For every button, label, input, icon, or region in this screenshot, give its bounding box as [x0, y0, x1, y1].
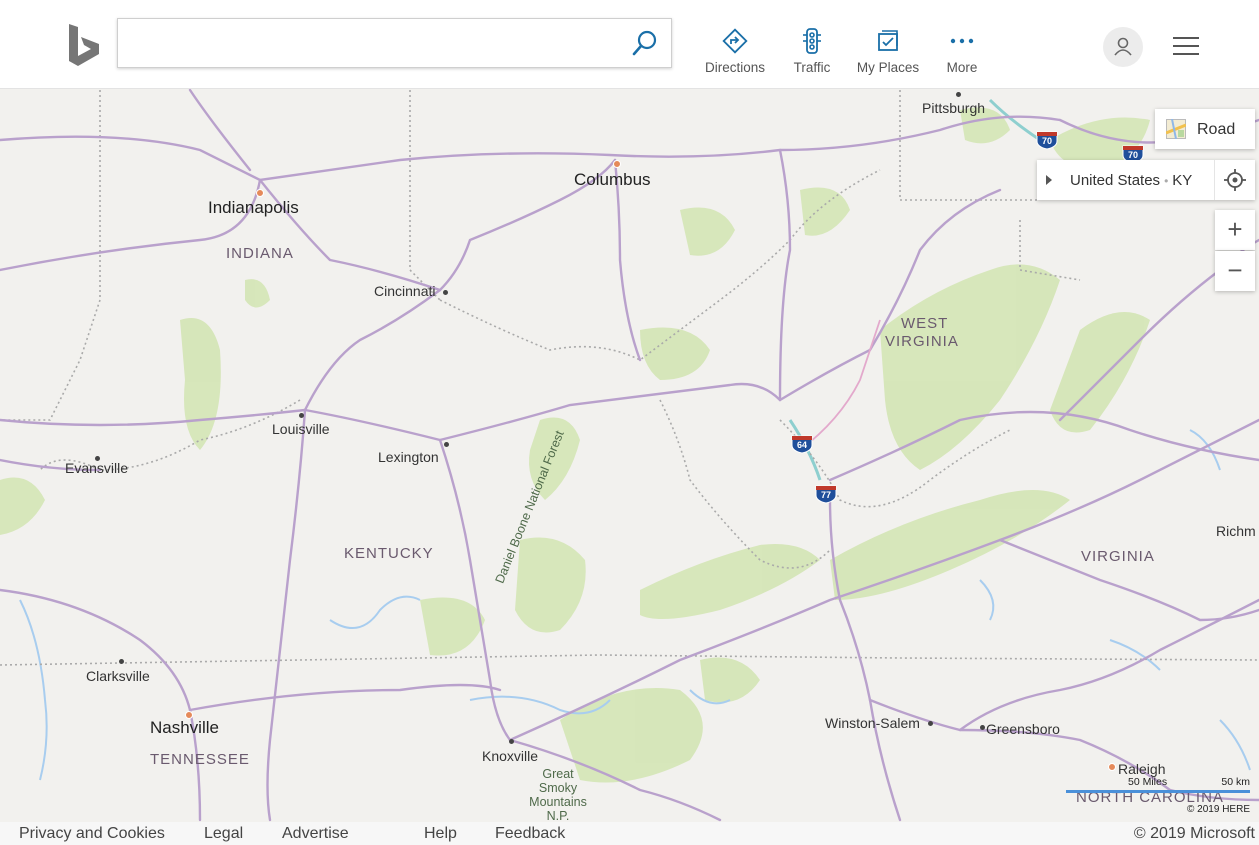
my-places-icon — [878, 30, 898, 51]
more-button[interactable]: More — [922, 28, 1002, 80]
user-icon — [1114, 37, 1132, 56]
interstate-70-label: 70 — [1041, 136, 1052, 146]
traffic-label: Traffic — [793, 60, 831, 75]
breadcrumb-country[interactable]: United States — [1070, 172, 1160, 189]
hamburger-menu-icon[interactable] — [1173, 34, 1201, 58]
interstate-70-shield-icon: 70 — [1036, 130, 1058, 150]
map-label-indiana: INDIANA — [226, 245, 294, 262]
city-marker-knoxville — [509, 739, 514, 744]
map-label-columbus: Columbus — [574, 170, 651, 189]
profile-avatar[interactable] — [1103, 27, 1143, 67]
map-style-button[interactable]: Road — [1155, 109, 1255, 149]
smoky-line2: Smoky — [538, 781, 578, 795]
locate-me-button[interactable] — [1214, 160, 1255, 200]
capital-marker-columbus — [613, 160, 621, 168]
map-label-nashville: Nashville — [150, 718, 219, 737]
city-marker-winston-salem — [928, 721, 933, 726]
breadcrumb-text: United States • KY — [1070, 172, 1192, 189]
map-label-kentucky: KENTUCKY — [344, 545, 434, 562]
city-marker-pittsburgh — [956, 92, 961, 97]
road-map-icon — [1166, 119, 1186, 139]
map-label-pittsburgh: Pittsburgh — [922, 100, 986, 116]
interstate-77-label: 77 — [820, 490, 831, 500]
zoom-in-button[interactable]: + — [1215, 210, 1255, 250]
zoom-out-button[interactable]: − — [1215, 251, 1255, 291]
city-marker-lexington — [444, 442, 449, 447]
map-label-cincinnati: Cincinnati — [374, 283, 436, 299]
map-label-raleigh: Raleigh — [1118, 761, 1166, 777]
footer: Privacy and Cookies Legal Advertise Help… — [0, 822, 1259, 845]
directions-icon — [722, 28, 748, 54]
legal-link[interactable]: Legal — [204, 825, 243, 843]
interstate-64-shield-icon: 64 — [791, 434, 813, 454]
search-box — [117, 18, 672, 68]
smoky-line4: N.P. — [546, 809, 570, 822]
advertise-link[interactable]: Advertise — [282, 825, 349, 843]
directions-button[interactable]: Directions — [695, 28, 775, 80]
map-label-west-virginia-line1: WEST — [901, 315, 949, 332]
map-label-winston-salem: Winston-Salem — [825, 715, 920, 731]
map-label-richmond: Richm — [1216, 523, 1256, 539]
city-marker-cincinnati — [443, 290, 448, 295]
my-places-button[interactable]: My Places — [848, 28, 928, 80]
location-breadcrumb: United States • KY — [1037, 160, 1255, 200]
smoky-line3: Mountains — [529, 795, 587, 809]
capital-marker-raleigh — [1108, 763, 1116, 771]
map-scale: 50 Miles 50 km © 2019 HERE — [1066, 776, 1250, 816]
map-label-louisville: Louisville — [272, 421, 330, 437]
map-style-label: Road — [1197, 121, 1236, 138]
top-bar: Directions Traffic My Places More — [0, 0, 1259, 89]
map-label-greensboro: Greensboro — [986, 721, 1060, 737]
more-label: More — [946, 60, 978, 75]
traffic-button[interactable]: Traffic — [772, 28, 852, 80]
map-label-lexington: Lexington — [378, 449, 439, 465]
traffic-icon — [803, 28, 821, 54]
breadcrumb-state[interactable]: KY — [1172, 172, 1192, 189]
scale-bar — [1066, 790, 1250, 793]
interstate-77-shield-icon: 77 — [815, 484, 837, 504]
interstate-64-label: 64 — [796, 440, 807, 450]
caret-right-icon — [1046, 175, 1052, 185]
map-label-knoxville: Knoxville — [482, 748, 539, 764]
city-marker-clarksville — [119, 659, 124, 664]
map-label-evansville: Evansville — [65, 460, 129, 476]
smoky-line1: Great — [542, 767, 574, 781]
search-input[interactable] — [128, 27, 622, 61]
map-label-indianapolis: Indianapolis — [208, 198, 299, 217]
help-link[interactable]: Help — [424, 825, 457, 843]
scale-km-label: 50 km — [1221, 776, 1250, 788]
more-icon — [950, 38, 974, 44]
map-label-virginia: VIRGINIA — [1081, 548, 1155, 565]
scale-miles-label: 50 Miles — [1128, 776, 1168, 788]
capital-marker-indianapolis — [256, 189, 264, 197]
locate-icon — [1224, 169, 1246, 191]
map-attribution: © 2019 HERE — [1187, 804, 1250, 815]
feedback-link[interactable]: Feedback — [495, 825, 565, 843]
copyright-text: © 2019 Microsoft — [1133, 825, 1255, 842]
map-label-great-smoky-mountains: Great Smoky Mountains N.P. — [523, 767, 593, 822]
interstate-70-label: 70 — [1127, 150, 1138, 160]
city-marker-greensboro — [980, 725, 985, 730]
directions-label: Directions — [704, 60, 766, 75]
map-label-clarksville: Clarksville — [86, 668, 150, 684]
city-marker-louisville — [299, 413, 304, 418]
expand-breadcrumb-button[interactable] — [1037, 160, 1061, 200]
search-icon[interactable] — [631, 29, 659, 57]
privacy-link[interactable]: Privacy and Cookies — [19, 825, 165, 843]
my-places-label: My Places — [856, 60, 920, 75]
map-label-west-virginia-line2: VIRGINIA — [885, 333, 959, 350]
map-label-tennessee: TENNESSEE — [150, 751, 250, 768]
bing-logo-icon[interactable] — [66, 22, 102, 68]
breadcrumb-separator: • — [1164, 174, 1169, 188]
